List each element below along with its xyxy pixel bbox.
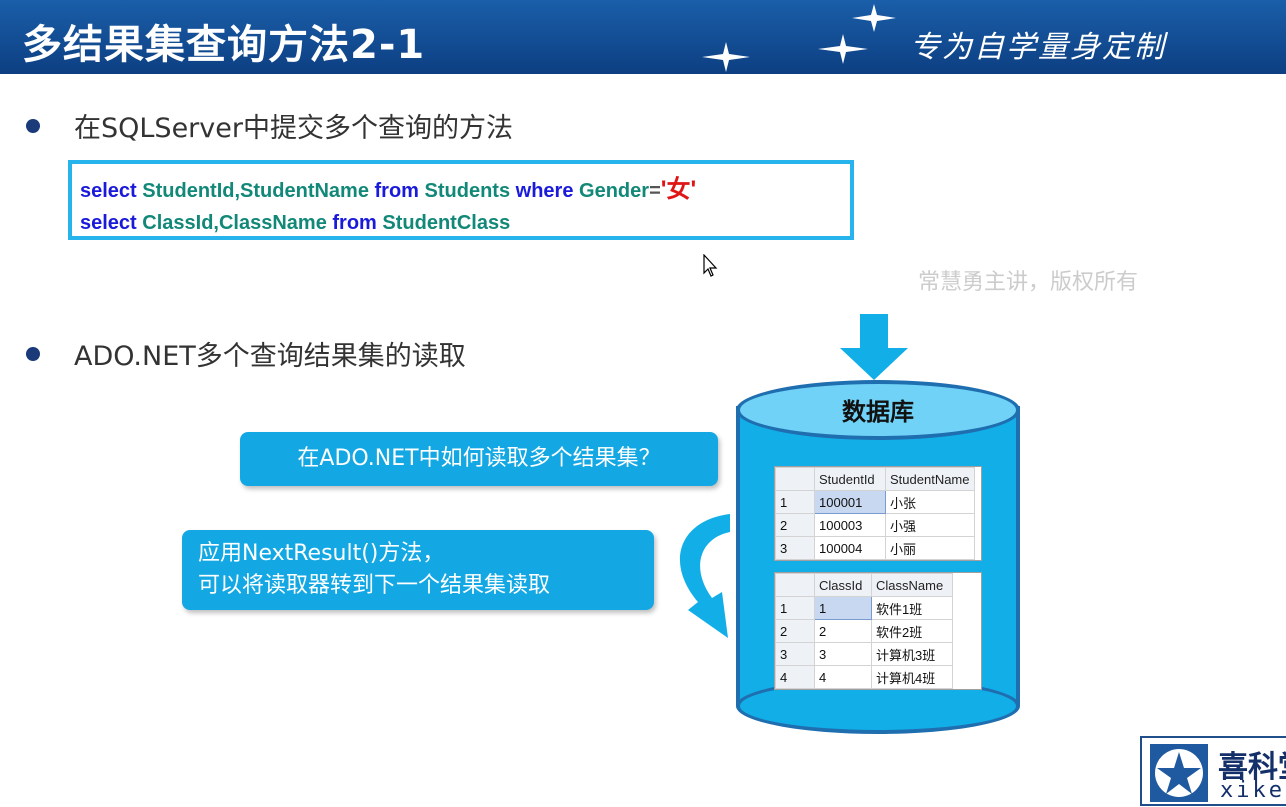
row-number: 2 [775,513,815,537]
answer-callout: 应用NextResult()方法， 可以将读取器转到下一个结果集读取 [182,530,654,610]
bullet-text: 在SQLServer中提交多个查询的方法 [74,113,513,144]
question-text: 在ADO.NET中如何读取多个结果集？ [297,446,661,471]
result-grid-students: StudentId StudentName 1 100001 小张 2 1000… [774,466,982,561]
sql-keyword: from [332,212,377,234]
table-row: 2 100003 小强 [775,513,975,537]
row-number: 3 [775,642,815,666]
table-row: 3 3 计算机3班 [775,642,953,666]
row-number-header [775,467,815,491]
row-number: 2 [775,619,815,643]
logo-english-name: xiketang [1220,778,1286,803]
row-number: 1 [775,490,815,514]
column-header: StudentName [885,467,975,491]
table-row: 4 4 计算机4班 [775,665,953,689]
sql-keyword: select [80,180,137,202]
header-bar: 多结果集查询方法2-1 专为自学量身定制 [0,0,1286,74]
table-row: 1 100001 小张 [775,490,975,514]
row-number: 4 [775,665,815,689]
sql-table: StudentClass [382,212,511,234]
star-icon [852,4,896,32]
sql-keyword: where [515,180,574,202]
row-number: 3 [775,536,815,560]
bullet-text: ADO.NET多个查询结果集的读取 [74,341,466,372]
grid-cell: 小丽 [885,536,975,560]
grid-cell: 2 [814,619,872,643]
grid-cell: 1 [814,596,872,620]
sql-columns: StudentId,StudentName [142,180,369,202]
sql-code-box: select StudentId,StudentName from Studen… [68,160,854,240]
grid-cell: 小强 [885,513,975,537]
grid-cell: 计算机4班 [871,665,953,689]
star-icon [702,42,750,72]
sql-operator: = [649,180,661,202]
watermark-text: 常慧勇主讲，版权所有 [918,270,1139,295]
sql-keyword: select [80,212,137,234]
sql-keyword: from [374,180,419,202]
curved-arrow-icon [679,514,730,638]
result-grid-classes: ClassId ClassName 1 1 软件1班 2 2 软件2班 3 3 … [774,572,982,690]
row-number: 1 [775,596,815,620]
grid-header-row: StudentId StudentName [775,467,975,491]
database-label: 数据库 [842,398,914,426]
bullet-icon [26,346,40,361]
sql-string: '女' [660,176,697,203]
answer-text-line: 可以将读取器转到下一个结果集读取 [198,573,551,598]
star-icon [818,34,868,64]
slogan: 专为自学量身定制 [910,30,1166,65]
star-logo-icon [1150,744,1208,802]
grid-cell: 软件2班 [871,619,953,643]
grid-cell: 软件1班 [871,596,953,620]
sql-column: Gender [579,180,650,202]
code-line-2: select ClassId,ClassName from StudentCla… [80,207,842,239]
table-row: 1 1 软件1班 [775,596,953,620]
mouse-cursor-icon [703,254,718,277]
grid-cell: 计算机3班 [871,642,953,666]
bullet-icon [26,118,40,133]
table-row: 2 2 软件2班 [775,619,953,643]
grid-cell: 3 [814,642,872,666]
arrow-down-icon [840,314,908,380]
xiketang-logo: 喜科堂 xiketang [1140,736,1286,806]
sql-table: Students [424,180,511,202]
row-number-header [775,573,815,597]
slide-title: 多结果集查询方法2-1 [22,22,426,68]
grid-cell: 4 [814,665,872,689]
question-callout: 在ADO.NET中如何读取多个结果集？ [240,432,718,486]
column-header: StudentId [814,467,886,491]
grid-cell: 小张 [885,490,975,514]
answer-text-line: 应用NextResult()方法， [198,541,445,566]
code-line-1: select StudentId,StudentName from Studen… [80,174,842,207]
column-header: ClassId [814,573,872,597]
table-row: 3 100004 小丽 [775,536,975,560]
bullet-item: ADO.NET多个查询结果集的读取 [26,334,466,373]
column-header: ClassName [871,573,953,597]
sql-columns: ClassId,ClassName [142,212,327,234]
grid-cell: 100001 [814,490,886,514]
grid-cell: 100003 [814,513,886,537]
grid-cell: 100004 [814,536,886,560]
bullet-item: 在SQLServer中提交多个查询的方法 [26,106,513,145]
grid-header-row: ClassId ClassName [775,573,953,597]
